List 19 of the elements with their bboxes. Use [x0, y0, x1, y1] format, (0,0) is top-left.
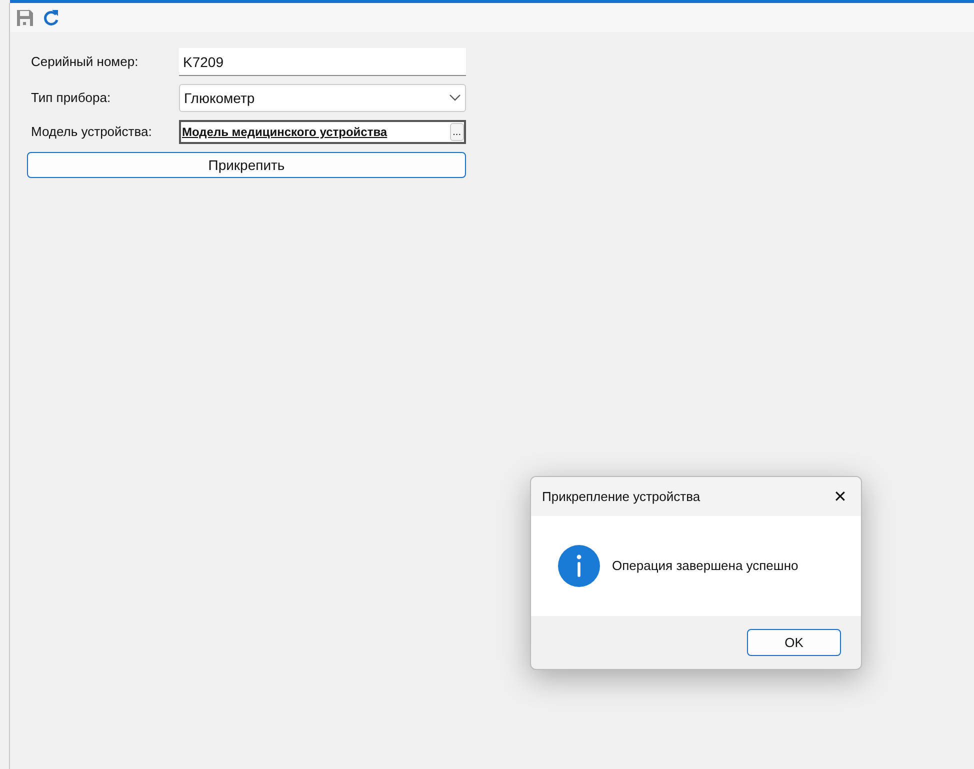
field-label: Тип прибора: [30, 89, 112, 108]
chevron-down-icon [449, 94, 461, 102]
dropdown-value: Глюкометр [184, 88, 255, 108]
attach-button[interactable]: Прикрепить [27, 152, 466, 178]
device-type-dropdown[interactable]: Глюкометр [179, 84, 466, 112]
info-icon [558, 545, 600, 587]
dialog-message: Операция завершена успешно [612, 557, 798, 576]
dialog-title: Прикрепление устройства [542, 488, 700, 506]
save-icon [16, 8, 34, 26]
field-label: Серийный номер: [30, 53, 140, 72]
refresh-button[interactable] [41, 8, 61, 28]
serial-number-field[interactable]: K7209 [179, 48, 466, 76]
browse-button[interactable]: ... [450, 123, 464, 141]
close-button[interactable]: ✕ [829, 486, 851, 508]
field-label: Модель устройства: [30, 123, 153, 142]
ok-button[interactable]: OK [747, 629, 841, 656]
device-model-value: Модель медицинского устройства [181, 124, 388, 141]
refresh-icon [42, 8, 60, 26]
device-model-field[interactable]: Модель медицинского устройства ... [179, 120, 466, 144]
